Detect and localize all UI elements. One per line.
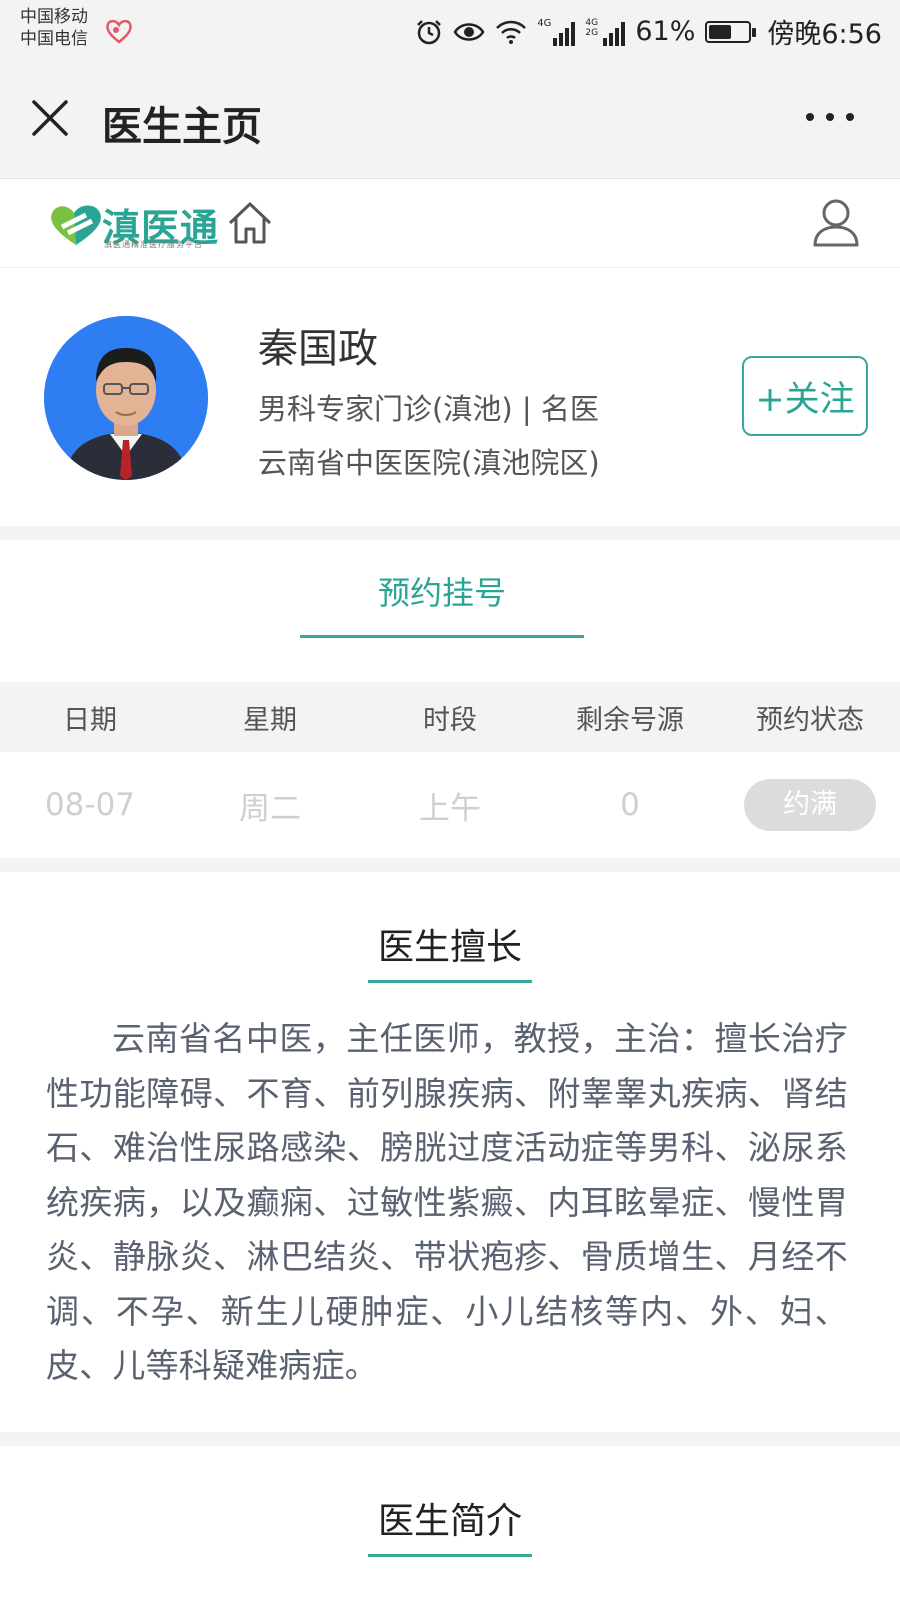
carrier-1: 中国移动	[20, 7, 88, 27]
booking-section: 预约挂号 日期 星期 时段 剩余号源 预约状态 08-07 周二 上午 0 约满	[0, 540, 900, 858]
home-icon[interactable]	[226, 199, 274, 247]
page-title: 医生主页	[102, 104, 262, 150]
signal-2-icon: 4G 2G	[585, 17, 626, 46]
col-weekday: 星期	[243, 704, 297, 736]
col-period: 时段	[423, 704, 477, 736]
signal-1-icon: 4G	[537, 17, 576, 46]
row-status-cell: 约满	[720, 779, 900, 831]
net-type-1: 4G	[537, 17, 552, 29]
carrier-info: 中国移动 中国电信	[20, 6, 88, 50]
intro-title: 医生简介	[367, 1492, 533, 1557]
row-weekday: 周二	[239, 790, 301, 827]
close-icon[interactable]	[28, 96, 72, 140]
col-remaining: 剩余号源	[576, 704, 684, 736]
table-row: 08-07 周二 上午 0 约满	[0, 752, 900, 858]
doctor-hospital: 云南省中医医院(滇池院区)	[258, 446, 600, 480]
doctor-name: 秦国政	[258, 326, 378, 372]
row-period: 上午	[419, 790, 481, 827]
more-icon[interactable]	[800, 100, 860, 134]
logo-heart-icon	[51, 205, 101, 245]
battery-percent: 61%	[635, 16, 696, 47]
net-type-2: 4G 2G	[585, 17, 599, 38]
tab-booking[interactable]: 预约挂号	[300, 564, 584, 638]
col-date: 日期	[63, 704, 117, 736]
battery-icon	[705, 20, 757, 43]
clock: 傍晚6:56	[767, 19, 882, 50]
follow-button[interactable]: +关注	[742, 356, 868, 436]
intro-section: 医生简介	[0, 1446, 900, 1600]
doctor-avatar	[44, 316, 208, 480]
status-full-button[interactable]: 约满	[744, 779, 876, 831]
row-remaining: 0	[620, 787, 640, 823]
doctor-profile: 秦国政 男科专家门诊(滇池) | 名医 云南省中医医院(滇池院区) +关注	[0, 268, 900, 526]
carrier-2: 中国电信	[20, 29, 88, 49]
eye-icon	[453, 22, 485, 41]
specialty-section: 医生擅长 云南省名中医，主任医师，教授，主治：擅长治疗性功能障碍、不育、前列腺疾…	[0, 872, 900, 1432]
alarm-icon	[417, 19, 442, 44]
col-status: 预约状态	[756, 704, 864, 736]
specialty-title: 医生擅长	[367, 918, 533, 983]
logo-subtitle: 滇医通精准医疗服务平台	[104, 240, 203, 249]
title-bar: 医生主页	[0, 62, 900, 179]
row-date: 08-07	[44, 787, 136, 823]
doctor-department: 男科专家门诊(滇池) | 名医	[258, 392, 599, 426]
app-header: 滇医通 滇医通精准医疗服务平台	[0, 179, 900, 269]
wifi-icon	[496, 20, 527, 44]
user-icon[interactable]	[812, 197, 860, 249]
specialty-text: 云南省名中医，主任医师，教授，主治：擅长治疗性功能障碍、不育、前列腺疾病、附睾睾…	[46, 1019, 848, 1385]
doctor-portrait-image	[44, 316, 208, 480]
schedule-table-header: 日期 星期 时段 剩余号源 预约状态	[0, 682, 900, 752]
heart-app-icon	[106, 19, 132, 44]
status-bar: 中国移动 中国电信 4G 4G 2G 61% 傍晚6:56	[0, 0, 900, 62]
